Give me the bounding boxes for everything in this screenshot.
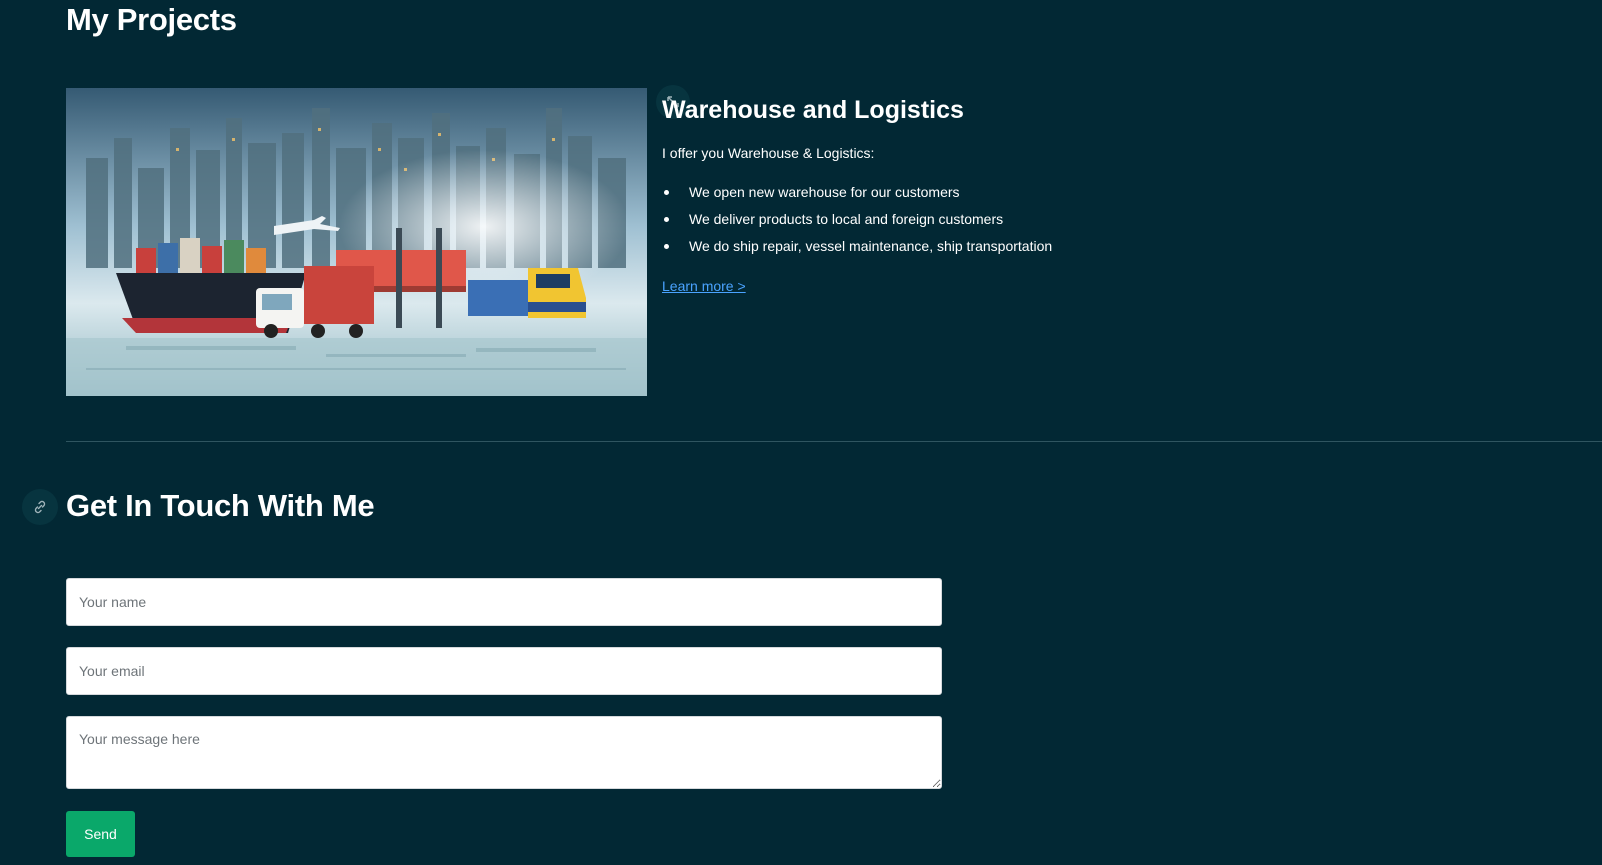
page: My Projects Warehouse and Logistics I of…: [0, 0, 1602, 865]
send-button[interactable]: Send: [66, 811, 135, 857]
name-field[interactable]: [66, 578, 942, 626]
section-divider: [66, 441, 1602, 442]
section-anchor-button[interactable]: [22, 489, 58, 525]
project-image: [66, 88, 647, 396]
email-field[interactable]: [66, 647, 942, 695]
project-bullet-list: We open new warehouse for our customers …: [662, 182, 1052, 263]
link-icon: [34, 500, 46, 514]
list-item: We open new warehouse for our customers: [662, 182, 1052, 209]
learn-more-link[interactable]: Learn more >: [662, 278, 746, 294]
list-item: We do ship repair, vessel maintenance, s…: [662, 236, 1052, 263]
projects-heading: My Projects: [66, 2, 237, 37]
contact-heading: Get In Touch With Me: [66, 488, 375, 523]
project-title: Warehouse and Logistics: [662, 96, 964, 124]
project-intro: I offer you Warehouse & Logistics:: [662, 145, 875, 161]
list-item: We deliver products to local and foreign…: [662, 209, 1052, 236]
message-field[interactable]: [66, 716, 942, 789]
